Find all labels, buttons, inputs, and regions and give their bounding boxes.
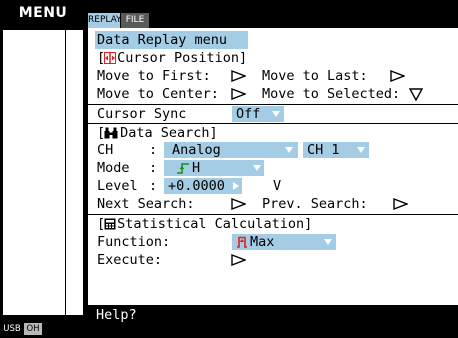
ch-type-select[interactable]: Analog bbox=[164, 142, 298, 158]
cursor-position-icon bbox=[104, 52, 116, 64]
usb-status-badge: USB bbox=[3, 324, 21, 334]
menu-scrollbar[interactable] bbox=[66, 30, 83, 315]
ch-number-select[interactable]: CH 1 bbox=[303, 142, 369, 158]
function-label: Function: bbox=[97, 234, 171, 250]
level-colon: : bbox=[149, 178, 158, 194]
prev-search-label: Prev. Search: bbox=[262, 196, 368, 212]
rising-edge-icon bbox=[177, 163, 189, 174]
statistical-header: [Statistical Calculation] bbox=[97, 216, 313, 232]
function-select[interactable]: Max bbox=[232, 234, 336, 250]
mode-colon: : bbox=[149, 160, 158, 176]
cursor-section-header: [Cursor Position] bbox=[97, 50, 248, 66]
ch-number-value: CH 1 bbox=[307, 142, 340, 158]
max-function-icon bbox=[237, 236, 247, 248]
calculator-icon bbox=[104, 218, 116, 230]
cursor-sync-label: Cursor Sync bbox=[97, 106, 187, 122]
prev-search-button[interactable] bbox=[393, 198, 408, 210]
next-search-button[interactable] bbox=[231, 198, 246, 210]
execute-button[interactable] bbox=[231, 254, 246, 266]
move-last-label: Move to Last: bbox=[262, 68, 368, 84]
chevron-down-icon bbox=[272, 111, 280, 117]
level-label: Level bbox=[97, 178, 138, 194]
level-value: +0.0000 bbox=[168, 178, 225, 194]
move-selected-dropdown[interactable] bbox=[409, 88, 423, 101]
menu-title[interactable]: MENU bbox=[0, 0, 86, 28]
mode-value: H bbox=[192, 160, 201, 176]
move-first-button[interactable] bbox=[231, 70, 246, 82]
tab-file[interactable]: FILE bbox=[121, 13, 149, 28]
oh-status-badge: OH bbox=[24, 323, 42, 335]
panel-title: Data Replay menu bbox=[97, 32, 228, 48]
level-unit: V bbox=[273, 178, 282, 194]
menu-panel: MENU USB OH bbox=[0, 0, 86, 338]
help-text[interactable]: Help? bbox=[96, 307, 137, 323]
move-selected-label: Move to Selected: bbox=[262, 86, 401, 102]
tab-replay[interactable]: REPLAY bbox=[88, 13, 122, 28]
mode-select[interactable]: H bbox=[164, 160, 264, 176]
move-first-label: Move to First: bbox=[97, 68, 211, 84]
ch-colon: : bbox=[149, 142, 158, 158]
level-input[interactable]: +0.0000 bbox=[164, 178, 242, 194]
chevron-right-icon bbox=[233, 182, 239, 190]
cursor-sync-value: Off bbox=[236, 106, 261, 122]
binoculars-icon bbox=[104, 127, 118, 139]
chevron-down-icon bbox=[253, 165, 261, 171]
chevron-down-icon bbox=[324, 239, 332, 245]
execute-label: Execute: bbox=[97, 252, 163, 268]
move-center-label: Move to Center: bbox=[97, 86, 219, 102]
function-value: Max bbox=[250, 234, 275, 250]
chevron-down-icon bbox=[285, 147, 293, 153]
cursor-sync-select[interactable]: Off bbox=[232, 106, 284, 122]
move-last-button[interactable] bbox=[390, 70, 405, 82]
ch-label: CH bbox=[97, 142, 114, 158]
next-search-label: Next Search: bbox=[97, 196, 195, 212]
chevron-down-icon bbox=[357, 147, 365, 153]
menu-list[interactable] bbox=[3, 30, 65, 315]
help-bar: Help? bbox=[86, 305, 458, 338]
mode-label: Mode bbox=[97, 160, 130, 176]
move-center-button[interactable] bbox=[231, 88, 246, 100]
ch-type-value: Analog bbox=[172, 142, 221, 158]
